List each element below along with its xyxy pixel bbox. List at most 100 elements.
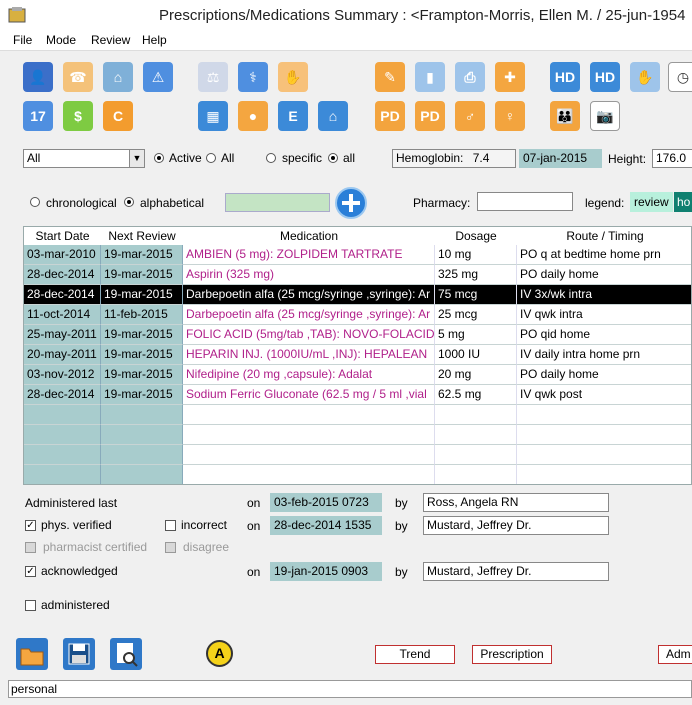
menu-help[interactable]: Help	[142, 33, 167, 47]
c-icon[interactable]: C	[103, 101, 133, 131]
calendar-icon[interactable]: 17	[23, 101, 53, 131]
dollar-icon[interactable]: $	[63, 101, 93, 131]
administered-last-label: Administered last	[25, 496, 118, 510]
cell-med: Nifedipine (20 mg ,capsule): Adalat	[183, 365, 435, 385]
table-row[interactable]: 03-mar-2010 19-mar-2015 AMBIEN (5 mg): ZOL…	[24, 245, 691, 265]
menu-file[interactable]: File	[13, 33, 32, 47]
cell-review	[101, 405, 183, 425]
pd-icon[interactable]: PD	[375, 101, 405, 131]
warning-icon[interactable]: ⚠	[143, 62, 173, 92]
trend-button[interactable]: Trend	[375, 645, 455, 664]
table-row[interactable]	[24, 445, 691, 465]
incorrect-checkbox[interactable]	[165, 520, 176, 531]
cell-start: 20-may-2011	[24, 345, 101, 365]
radio-all-dates[interactable]	[328, 153, 338, 163]
body-back-icon[interactable]: ♀	[495, 101, 525, 131]
hd-icon[interactable]: HD	[550, 62, 580, 92]
bar-chart-icon[interactable]: ▮	[415, 62, 445, 92]
status-select[interactable]: All ▼	[23, 149, 145, 168]
gavel-icon[interactable]: ⚖	[198, 62, 228, 92]
cell-med: Darbepoetin alfa (25 mcg/syringe ,syring…	[183, 285, 435, 305]
administer-button[interactable]: Adm	[658, 645, 692, 664]
cell-start: 28-dec-2014	[24, 285, 101, 305]
radio-specific[interactable]	[266, 153, 276, 163]
medication-search-input[interactable]	[225, 193, 330, 212]
handshake-icon[interactable]: ✋	[278, 62, 308, 92]
body-front-icon[interactable]: ♂	[455, 101, 485, 131]
table-row[interactable]: 28-dec-2014 19-mar-2015 Darbepoetin alfa (…	[24, 285, 691, 305]
acknowledged-checkbox[interactable]: ✓	[25, 566, 36, 577]
height-value[interactable]: 176.0	[652, 149, 692, 168]
menu-mode[interactable]: Mode	[46, 33, 76, 47]
header-start-date[interactable]: Start Date	[24, 227, 101, 245]
cell-med	[183, 405, 435, 425]
apple-icon[interactable]: ●	[238, 101, 268, 131]
verified-by: Mustard, Jeffrey Dr.	[423, 516, 609, 535]
legend-label: legend:	[585, 196, 625, 210]
cell-med	[183, 425, 435, 445]
house-icon[interactable]: ⌂	[318, 101, 348, 131]
by-label-3: by	[395, 565, 408, 579]
save-button[interactable]	[63, 638, 95, 670]
folder-icon	[20, 648, 44, 666]
pd2-icon[interactable]: PD	[415, 101, 445, 131]
pharmacy-input[interactable]	[477, 192, 573, 211]
notes-icon[interactable]: ✎	[375, 62, 405, 92]
hand-icon[interactable]: ✋	[630, 62, 660, 92]
preview-button[interactable]	[110, 638, 142, 670]
cell-med: FOLIC ACID (5mg/tab ,TAB): NOVO-FOLACID	[183, 325, 435, 345]
window-title: Prescriptions/Medications Summary : <Fra…	[159, 7, 686, 24]
phone-icon[interactable]: ☎	[63, 62, 93, 92]
legend-ho: ho	[674, 192, 692, 212]
prescription-button[interactable]: Prescription	[472, 645, 552, 664]
table-row[interactable]: 28-dec-2014 19-mar-2015 Aspirin (325 mg) 32…	[24, 265, 691, 285]
table-row[interactable]: 03-nov-2012 19-mar-2015 Nifedipine (20 mg …	[24, 365, 691, 385]
open-folder-button[interactable]	[16, 638, 48, 670]
table-row[interactable]	[24, 425, 691, 445]
radio-all[interactable]	[206, 153, 216, 163]
hd2-icon[interactable]: HD	[590, 62, 620, 92]
phys-verified-checkbox[interactable]: ✓	[25, 520, 36, 531]
table-row[interactable]: 28-dec-2014 19-mar-2015 Sodium Ferric Gluc…	[24, 385, 691, 405]
incorrect-label: incorrect	[181, 518, 228, 532]
family-icon[interactable]: 👪	[550, 101, 580, 131]
home-icon[interactable]: ⌂	[103, 62, 133, 92]
cell-start: 25-may-2011	[24, 325, 101, 345]
pharmacy-label: Pharmacy:	[413, 196, 471, 210]
acknowledged-date: 19-jan-2015 0903	[270, 562, 382, 581]
menu-bar: File Mode Review Help	[0, 31, 692, 51]
ie-icon[interactable]: E	[278, 101, 308, 131]
patient-icon[interactable]: 👤	[23, 62, 53, 92]
table-row[interactable]	[24, 465, 691, 484]
table-row[interactable]	[24, 405, 691, 425]
medication-table: Start Date Next Review Medication Dosage…	[23, 226, 692, 485]
header-dosage[interactable]: Dosage	[435, 227, 517, 245]
radio-chronological[interactable]	[30, 197, 40, 207]
cell-start: 03-mar-2010	[24, 245, 101, 265]
header-medication[interactable]: Medication	[183, 227, 435, 245]
floppy-icon	[68, 643, 90, 665]
puzzle-icon[interactable]: ▦	[198, 101, 228, 131]
administered-checkbox[interactable]	[25, 600, 36, 611]
add-medication-button[interactable]	[335, 187, 367, 219]
cell-review: 19-mar-2015	[101, 385, 183, 405]
header-next-review[interactable]: Next Review	[101, 227, 183, 245]
radio-alphabetical[interactable]	[124, 197, 134, 207]
table-row[interactable]: 11-oct-2014 11-feb-2015 Darbepoetin alfa (…	[24, 305, 691, 325]
table-row[interactable]: 20-may-2011 19-mar-2015 HEPARIN INJ. (1000…	[24, 345, 691, 365]
radio-specific-label: specific	[282, 151, 323, 165]
menu-review[interactable]: Review	[91, 33, 130, 47]
a-icon[interactable]: A	[206, 640, 233, 667]
printer-icon[interactable]: ⎙	[455, 62, 485, 92]
cell-route: PO daily home	[517, 265, 691, 285]
header-route-timing[interactable]: Route / Timing	[517, 227, 691, 245]
radio-all-dates-label: all	[343, 151, 356, 165]
cell-start	[24, 425, 101, 445]
radio-active[interactable]	[154, 153, 164, 163]
table-row[interactable]: 25-may-2011 19-mar-2015 FOLIC ACID (5mg/ta…	[24, 325, 691, 345]
first-aid-icon[interactable]: ✚	[495, 62, 525, 92]
clock-icon[interactable]: ◷	[668, 62, 692, 92]
camera-icon[interactable]: 📷	[590, 101, 620, 131]
stethoscope-icon[interactable]: ⚕	[238, 62, 268, 92]
chevron-down-icon[interactable]: ▼	[129, 150, 144, 167]
